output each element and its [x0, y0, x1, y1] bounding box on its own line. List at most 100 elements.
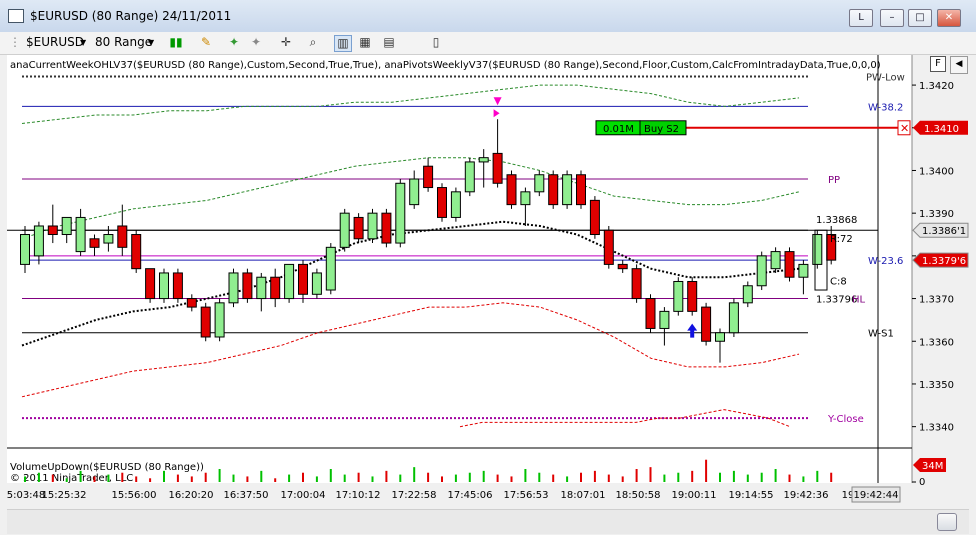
candle-body	[228, 272, 239, 304]
level-label: PW-Low	[866, 73, 905, 84]
level-label: Y-Close	[827, 414, 864, 425]
x-tick-label: 15:56:00	[112, 490, 157, 501]
candle-body	[214, 302, 225, 338]
order-price-label: 1.3410	[924, 124, 959, 135]
candle-body	[770, 251, 781, 270]
band-lower_inner	[21, 302, 800, 398]
candle-body	[617, 263, 628, 270]
x-tick-label: 16:37:50	[224, 490, 269, 501]
candle-body	[506, 174, 517, 206]
candle-body	[131, 234, 142, 270]
candle-body	[186, 298, 197, 308]
buy-signal-icon	[687, 323, 698, 338]
x-tick-label: 19:42:36	[784, 490, 829, 501]
x-tick-label: 5:03:48	[7, 490, 46, 501]
y-tick-label: 1.3420	[919, 81, 954, 92]
x-tick-label: 15:25:32	[42, 490, 87, 501]
candle-body	[742, 285, 753, 304]
x-tick-label: 19:14:55	[729, 490, 774, 501]
x-axis: 5:03:4815:25:32 15:56:00 16:20:20 16:37:50 1…	[7, 486, 901, 503]
x-tick-label: 17:00:04	[281, 490, 326, 501]
candle-body	[423, 165, 434, 189]
candle-body	[145, 268, 156, 300]
crosshair-time-label: 19:42:44	[854, 490, 899, 501]
candle-body	[395, 182, 406, 244]
candle-body	[200, 306, 211, 338]
bar-open-label: 1.33868	[816, 215, 857, 226]
candle-body	[673, 280, 684, 312]
candle-body	[492, 152, 503, 184]
order-label: Buy S2	[644, 124, 679, 135]
signal-marker-icon	[493, 109, 500, 118]
candle-body	[159, 272, 169, 300]
candle-body	[534, 174, 545, 193]
candle-body	[20, 234, 30, 265]
y-tick-label: 1.3350	[919, 380, 954, 391]
price-marker-label: 1.3386'1	[922, 226, 966, 237]
level-label: W-38.2	[868, 102, 903, 113]
candle-body	[631, 268, 642, 300]
level-label: W-23.6	[868, 256, 903, 267]
candle-body	[381, 212, 392, 244]
x-tick-label: 19:00:11	[672, 490, 717, 501]
y-tick-label: 1.3340	[919, 423, 954, 434]
x-tick-label: 17:45:06	[448, 490, 493, 501]
sell-signal-icon	[493, 97, 502, 106]
candle-body	[687, 280, 698, 312]
candle-body	[437, 187, 447, 218]
candle-body	[589, 199, 600, 236]
copyright: © 2011 NinjaTrader, LLC	[10, 473, 133, 484]
candle-body	[103, 234, 114, 244]
x-tick-label: 18:07:01	[561, 490, 606, 501]
candle-body	[576, 174, 586, 206]
candle-body	[715, 332, 725, 342]
candle-body	[298, 263, 308, 295]
y-tick-label: 1.3370	[919, 295, 954, 306]
candle-body	[409, 178, 420, 206]
candles	[20, 119, 837, 363]
y-axis: 1.33401.33501.33601.33701.33801.33901.34…	[912, 81, 969, 434]
candlestick-chart[interactable]: PW-Low W-38.2 PP W-23.6 W-S1 Y-Close 0.01M Buy …	[0, 0, 976, 535]
x-tick-label: 17:56:53	[504, 490, 549, 501]
candle-body	[242, 272, 253, 300]
bar-range-label: R:72	[830, 234, 853, 245]
candle-body	[256, 276, 267, 300]
candle-body	[798, 263, 809, 278]
candle-body	[756, 255, 767, 287]
candle-body	[325, 246, 336, 291]
candle-body	[339, 212, 350, 248]
volume-indicator-label: VolumeUpDown($EURUSD (80 Range))	[10, 462, 204, 473]
x-tick-label: 16:20:20	[169, 490, 214, 501]
volume-zero-label: 0	[919, 477, 925, 488]
candle-body	[89, 238, 100, 248]
band-upper	[21, 84, 800, 124]
candle-body	[548, 174, 559, 206]
order-quantity: 0.01M	[603, 124, 634, 135]
candle-body	[478, 157, 489, 163]
price-marker-label: 1.3379'6	[922, 256, 966, 267]
candle-body	[47, 225, 58, 236]
candle-body	[701, 306, 712, 342]
candle-body	[61, 216, 72, 236]
indicator-status: anaCurrentWeekOHLV37($EURUSD (80 Range),…	[10, 60, 881, 71]
level-label: W-S1	[868, 329, 894, 340]
close-icon: ✕	[900, 122, 909, 135]
bar-hl-label: HL	[852, 295, 866, 306]
level-label: PP	[828, 175, 840, 186]
candle-body	[172, 272, 183, 300]
candle-body	[75, 216, 86, 253]
y-tick-label: 1.3400	[919, 166, 954, 177]
y-tick-label: 1.3360	[919, 337, 954, 348]
candle-body	[520, 191, 531, 206]
candle-body	[562, 174, 573, 206]
x-tick-label: 17:22:58	[392, 490, 437, 501]
candle-body	[270, 276, 281, 300]
candle-body	[367, 212, 378, 240]
candle-body	[117, 225, 128, 248]
candle-body	[353, 216, 364, 240]
candle-body	[284, 263, 295, 300]
candle-body	[450, 191, 461, 218]
candle-body	[784, 251, 795, 278]
candle-body	[603, 229, 614, 265]
overlay: PW-Low W-38.2 PP W-23.6 W-S1 Y-Close 0.01M Buy …	[493, 73, 911, 425]
